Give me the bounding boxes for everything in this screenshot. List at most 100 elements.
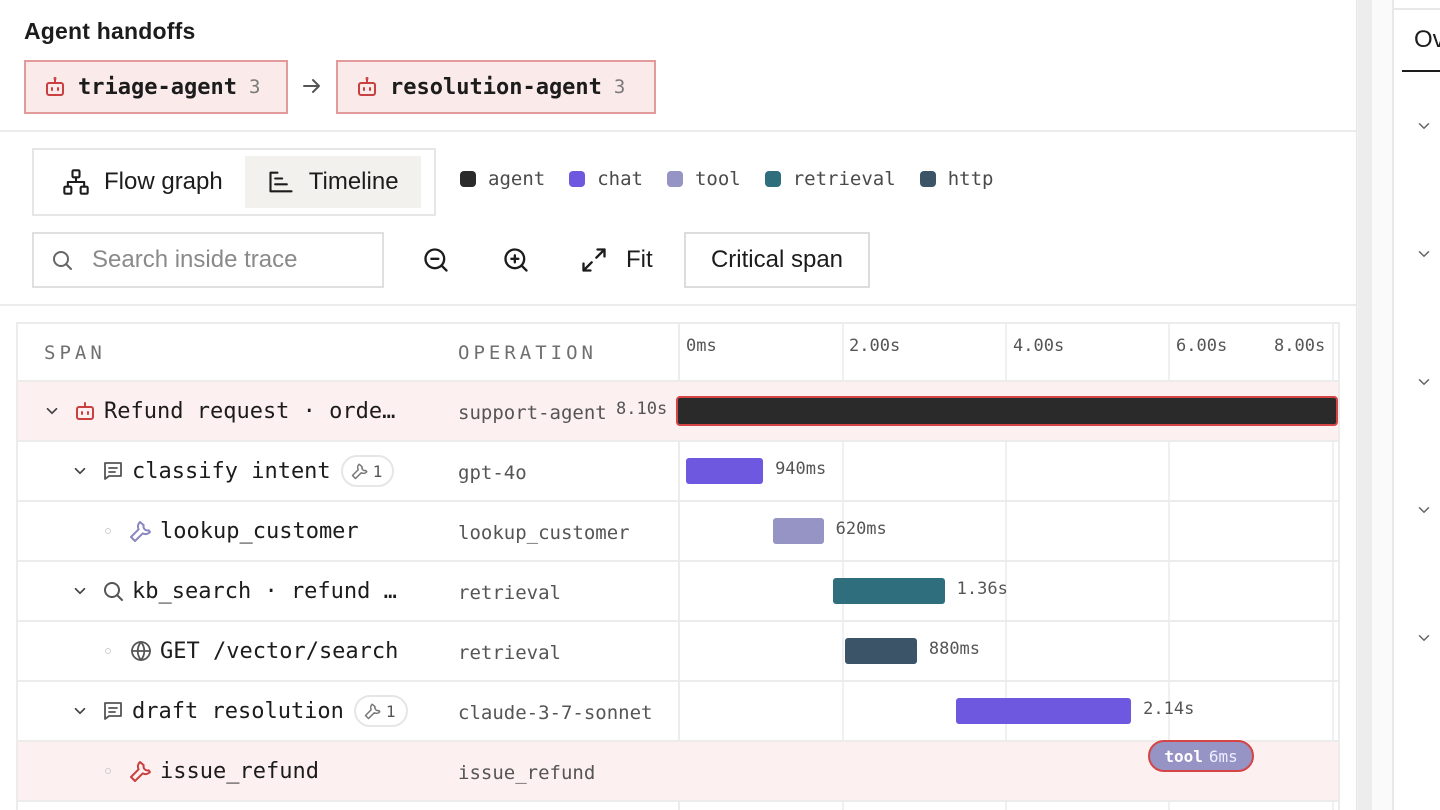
legend-swatch (666, 171, 683, 187)
span-bar[interactable] (772, 518, 824, 544)
table-header: SPAN OPERATION 0ms 2.00s 4.00s 6.00s 8.00s (18, 324, 1338, 382)
tool-call-count: 1 (372, 461, 383, 481)
chevron-down-icon[interactable] (1412, 626, 1436, 650)
view-toggle: Flow graph Timeline (32, 148, 436, 216)
legend-item-http: http (919, 168, 994, 190)
legend-label: agent (488, 168, 546, 190)
legend-swatch (460, 171, 476, 187)
leaf-indicator (96, 519, 120, 543)
zoom-out-icon (422, 246, 450, 274)
chevron-down-icon[interactable] (1412, 242, 1436, 266)
span-name: GET /vector/search (160, 638, 399, 664)
zoom-in-button[interactable] (496, 240, 536, 280)
span-duration: 880ms (928, 639, 981, 659)
tab-flow-graph[interactable]: Flow graph (40, 156, 245, 208)
timeline-icon (267, 168, 295, 196)
span-bar[interactable] (956, 698, 1132, 724)
legend-label: retrieval (792, 168, 896, 190)
legend-swatch (764, 171, 781, 187)
handoff-chip-resolution-agent[interactable]: resolution-agent 3 (336, 60, 656, 114)
span-cell: draft resolution 1 (68, 682, 408, 740)
span-bar[interactable] (686, 458, 764, 484)
span-cell: GET /vector/search (96, 622, 398, 680)
span-cell: classify intent 1 (68, 442, 395, 500)
table-row[interactable]: kb_search · refund … retrieval 1.36s (18, 562, 1338, 622)
legend-swatch (569, 171, 586, 187)
span-type-legend: agent chat tool retrieval http (460, 168, 993, 190)
span-bar[interactable] (833, 578, 945, 604)
span-duration: 2.14s (1143, 699, 1195, 719)
chevron-down-icon[interactable] (68, 699, 92, 723)
table-row[interactable]: draft resolution 1 claude-3-7-sonnet 2.1… (18, 682, 1338, 742)
handoff-count: 3 (248, 76, 261, 98)
chevron-down-icon[interactable] (1412, 370, 1436, 394)
globe-icon (128, 638, 154, 664)
handoff-agent-name: resolution-agent (390, 74, 602, 100)
wrench-icon (128, 758, 154, 784)
span-operation: lookup_customer (458, 522, 630, 544)
tab-timeline-label: Timeline (308, 168, 399, 195)
span-name: issue_refund (160, 758, 319, 784)
details-panel: Ov (1356, 0, 1440, 810)
zoom-in-icon (502, 246, 530, 274)
fit-label: Fit (626, 246, 653, 273)
robot-icon (42, 74, 68, 100)
section-divider (0, 304, 1356, 306)
robot-icon (354, 74, 380, 100)
trace-search[interactable] (32, 232, 384, 288)
search-input[interactable] (92, 246, 362, 274)
chat-icon (100, 458, 126, 484)
span-bar[interactable] (844, 638, 917, 664)
table-row[interactable]: GET /vector/search retrieval 880ms (18, 622, 1338, 682)
wrench-icon (364, 702, 382, 720)
table-row[interactable]: lookup_customer lookup_customer 620ms (18, 502, 1338, 562)
span-cell: lookup_customer (96, 502, 359, 560)
trace-timeline-table: SPAN OPERATION 0ms 2.00s 4.00s 6.00s 8.00s R… (16, 322, 1340, 810)
span-cell: kb_search · refund … (68, 562, 397, 620)
span-name: draft resolution (132, 698, 344, 724)
column-header-span: SPAN (44, 342, 106, 364)
timeline-tick-label: 0ms (686, 336, 717, 356)
chevron-down-icon[interactable] (68, 579, 92, 603)
span-duration: 620ms (835, 519, 887, 539)
section-divider (0, 130, 1356, 132)
robot-icon (72, 398, 98, 424)
span-operation: retrieval (458, 582, 561, 604)
table-row[interactable]: issue_refund issue_refund tool 6ms (18, 740, 1338, 802)
flow-graph-icon (62, 168, 90, 196)
span-bar-pill[interactable]: tool 6ms (1148, 740, 1255, 772)
tab-timeline[interactable]: Timeline (244, 156, 421, 208)
legend-item-agent: agent (460, 168, 545, 190)
zoom-out-button[interactable] (416, 240, 456, 280)
span-operation: issue_refund (458, 762, 596, 784)
legend-label: chat (597, 168, 643, 190)
panel-resize-handle[interactable] (1372, 0, 1394, 810)
handoff-chip-triage-agent[interactable]: triage-agent 3 (24, 60, 288, 114)
span-operation: claude-3-7-sonnet (458, 702, 653, 724)
span-cell: Refund request · orde… (40, 382, 395, 440)
scrollbar[interactable] (1356, 0, 1374, 810)
chevron-down-icon[interactable] (68, 459, 92, 483)
fit-button[interactable]: Fit (580, 238, 653, 282)
legend-label: tool (694, 168, 741, 190)
critical-span-button[interactable]: Critical span (684, 232, 870, 288)
expand-icon (580, 246, 608, 274)
column-header-operation: OPERATION (458, 342, 597, 364)
tool-call-count: 1 (385, 701, 396, 721)
chevron-down-icon[interactable] (1412, 498, 1436, 522)
span-duration: 6ms (1208, 746, 1238, 766)
span-duration: 1.36s (956, 579, 1008, 599)
table-row[interactable]: classify intent 1 gpt-4o 940ms (18, 442, 1338, 502)
timeline-tick-label: 2.00s (849, 336, 901, 356)
span-name: Refund request · orde… (104, 398, 396, 424)
timeline-tick-label: 8.00s (1274, 336, 1326, 356)
chevron-down-icon[interactable] (1412, 114, 1436, 138)
legend-swatch (919, 171, 936, 187)
table-row[interactable]: Refund request · orde… support-agent 8.1… (18, 382, 1338, 442)
tab-overview[interactable]: Ov (1414, 26, 1440, 54)
span-bar[interactable] (676, 396, 1338, 426)
span-operation: gpt-4o (458, 462, 527, 484)
chevron-down-icon[interactable] (40, 399, 64, 423)
span-name: kb_search · refund … (132, 578, 397, 604)
legend-label: http (947, 168, 994, 190)
